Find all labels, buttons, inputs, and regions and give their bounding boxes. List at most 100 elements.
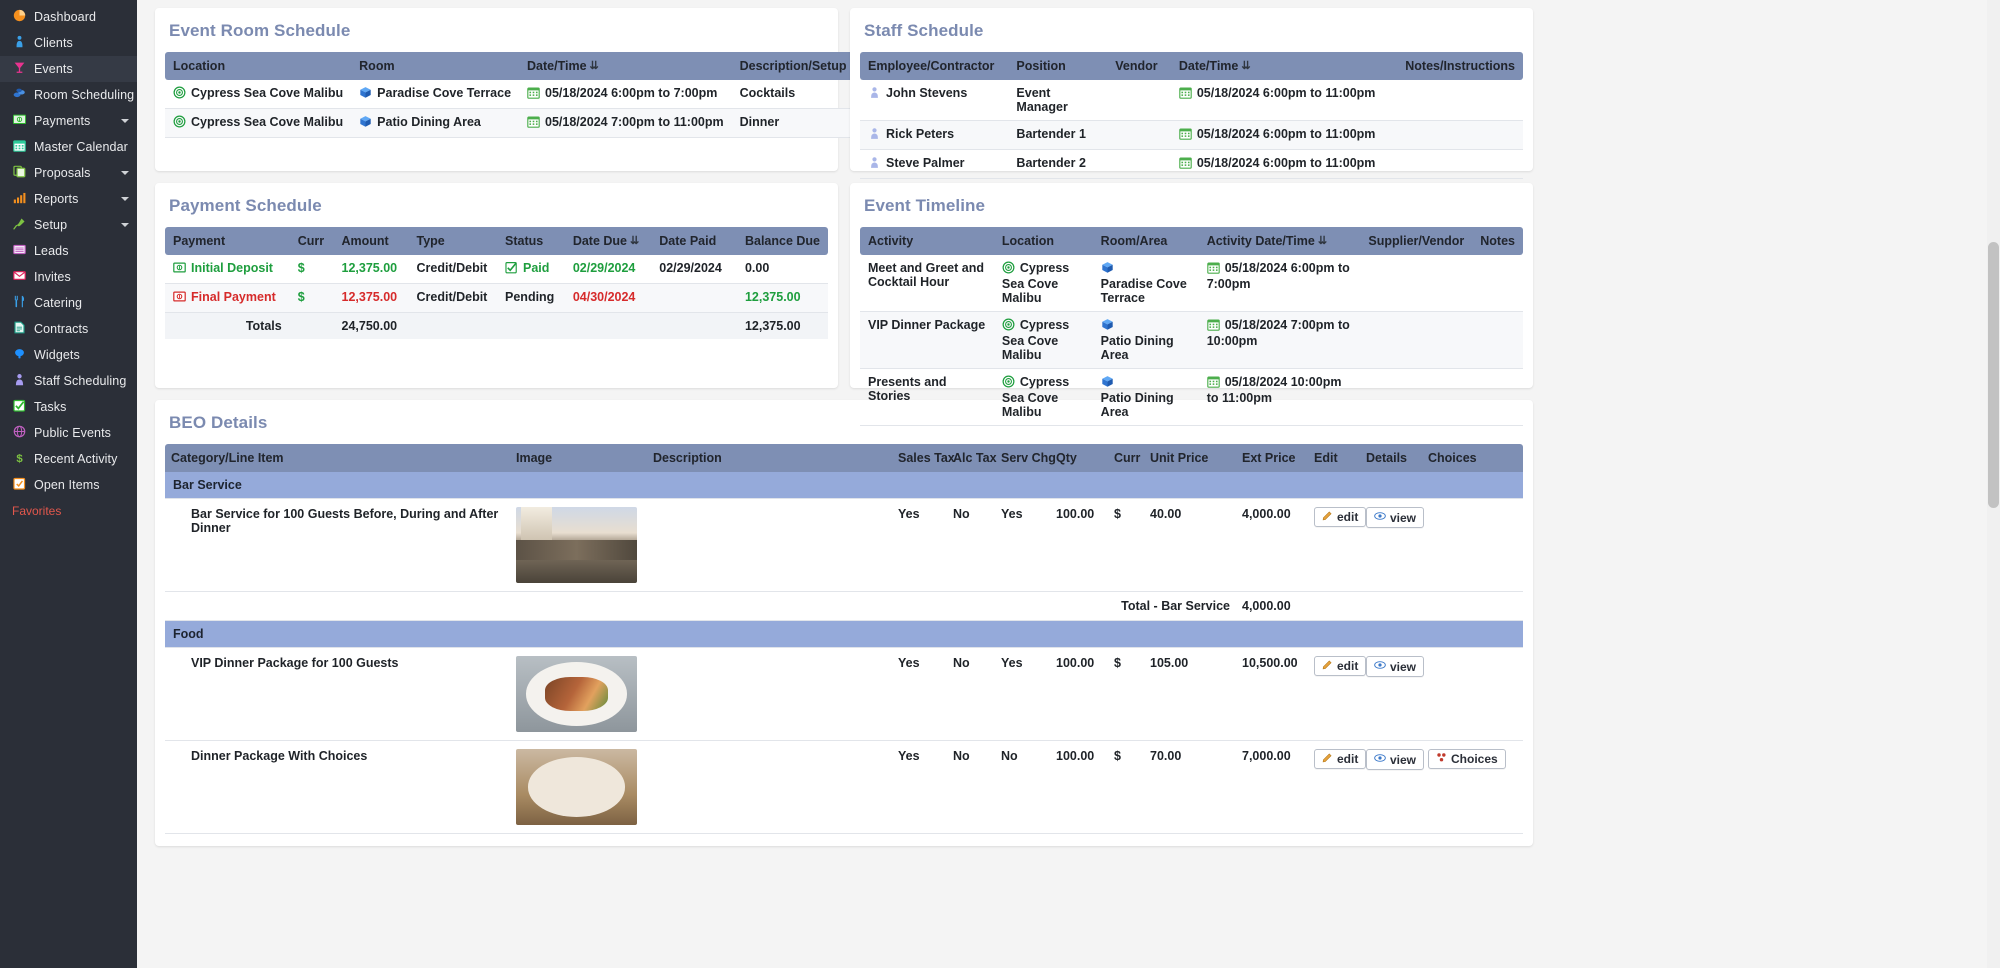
col-location[interactable]: Location xyxy=(165,52,352,80)
table-row[interactable]: Final Payment $12,375.00 Credit/Debit Pendi… xyxy=(165,283,828,313)
col-payment[interactable]: Payment xyxy=(165,227,290,255)
sidebar-item-reports[interactable]: Reports xyxy=(0,186,137,212)
sidebar-item-payments[interactable]: Payments xyxy=(0,108,137,134)
sidebar-item-leads[interactable]: Leads xyxy=(0,238,137,264)
beo-item-details-cell: view xyxy=(1360,498,1425,592)
col-details[interactable]: Details xyxy=(1360,444,1422,472)
col-beo-curr[interactable]: Curr xyxy=(1108,444,1144,472)
beo-item-curr: $ xyxy=(1108,740,1144,834)
table-row[interactable]: Initial Deposit $12,375.00 Credit/Debit Pai… xyxy=(165,255,828,284)
table-row[interactable]: John Stevens Event Manager 05/18/2024 6:00… xyxy=(860,80,1523,121)
table-row[interactable]: Presents and Stories Cypress Sea Cove Mal… xyxy=(860,368,1523,426)
table-cell: Presents and Stories xyxy=(860,368,994,426)
view-button[interactable]: view xyxy=(1366,656,1425,677)
col-alc-tax[interactable]: Alc Tax xyxy=(947,444,997,472)
edit-button[interactable]: edit xyxy=(1314,749,1367,769)
staff-cell-icon xyxy=(868,127,881,143)
edit-button[interactable]: edit xyxy=(1314,507,1367,527)
choices-button[interactable]: Choices xyxy=(1428,749,1506,769)
col-room[interactable]: Room xyxy=(351,52,520,80)
col-qty[interactable]: Qty xyxy=(1050,444,1108,472)
col-balance-due[interactable]: Balance Due xyxy=(736,227,828,255)
col-description[interactable]: Description/Setup xyxy=(731,52,855,80)
sidebar-item-recent-activity[interactable]: $ Recent Activity xyxy=(0,446,137,472)
col-amount[interactable]: Amount xyxy=(333,227,409,255)
col-choices[interactable]: Choices xyxy=(1422,444,1523,472)
col-activity-datetime[interactable]: Activity Date/Time ⇊ xyxy=(1198,227,1361,255)
col-date-due[interactable]: Date Due ⇊ xyxy=(564,227,652,255)
table-row[interactable]: Cypress Sea Cove Malibu Patio Dining Area… xyxy=(165,108,855,138)
beo-item-choices-cell: Choices xyxy=(1422,740,1523,834)
table-cell: Bartender 1 xyxy=(1008,120,1108,150)
sidebar-item-public-events[interactable]: Public Events xyxy=(0,420,137,446)
table-row[interactable]: Rick Peters Bartender 1 05/18/2024 6:00pm … xyxy=(860,120,1523,150)
room-icon xyxy=(359,86,372,102)
scrollbar-thumb[interactable] xyxy=(1988,242,1999,508)
sidebar-item-contracts[interactable]: Contracts xyxy=(0,316,137,342)
sidebar-item-master-calendar[interactable]: Master Calendar xyxy=(0,134,137,160)
sidebar-item-setup[interactable]: Setup xyxy=(0,212,137,238)
beo-line-item-row[interactable]: VIP Dinner Package for 100 Guests Yes No Ye… xyxy=(165,647,1523,741)
sidebar-item-widgets[interactable]: Widgets xyxy=(0,342,137,368)
col-beo-description[interactable]: Description xyxy=(647,444,892,472)
calendar-cell-icon xyxy=(1179,86,1192,102)
sidebar-favorites-label[interactable]: Favorites xyxy=(0,498,137,518)
sidebar-item-dashboard[interactable]: Dashboard xyxy=(0,4,137,30)
col-category-line-item[interactable]: Category/Line Item xyxy=(165,444,510,472)
rooms-icon xyxy=(12,87,26,103)
beo-category-label: Bar Service xyxy=(165,472,1523,499)
sidebar-item-invites[interactable]: Invites xyxy=(0,264,137,290)
staff-cell-icon xyxy=(868,156,881,172)
beo-line-item-row[interactable]: Bar Service for 100 Guests Before, Durin… xyxy=(165,498,1523,592)
col-edit[interactable]: Edit xyxy=(1308,444,1360,472)
staff-schedule-table: Employee/Contractor Position Vendor Date… xyxy=(860,52,1523,179)
chevron-down-icon xyxy=(121,171,129,175)
col-type[interactable]: Type xyxy=(408,227,498,255)
col-notes[interactable]: Notes/Instructions xyxy=(1397,52,1523,80)
table-row[interactable]: Meet and Greet and Cocktail Hour Cypress … xyxy=(860,255,1523,312)
view-button[interactable]: view xyxy=(1366,749,1425,770)
table-row[interactable]: VIP Dinner Package Cypress Sea Cove Malib… xyxy=(860,311,1523,369)
sidebar-item-clients[interactable]: Clients xyxy=(0,30,137,56)
table-row[interactable]: Cypress Sea Cove Malibu Paradise Cove Ter… xyxy=(165,80,855,109)
staff-schedule-title: Staff Schedule xyxy=(864,21,984,40)
table-row[interactable]: Steve Palmer Bartender 2 05/18/2024 6:00pm… xyxy=(860,149,1523,179)
col-supplier[interactable]: Supplier/Vendor xyxy=(1360,227,1473,255)
beo-item-unit-price: 70.00 xyxy=(1144,740,1236,834)
table-cell: Pending xyxy=(497,283,565,313)
beo-line-item-row[interactable]: Dinner Package With Choices Yes No No 100.00… xyxy=(165,740,1523,834)
col-image[interactable]: Image xyxy=(510,444,647,472)
sidebar-item-catering[interactable]: Catering xyxy=(0,290,137,316)
calendar-cell-icon xyxy=(1179,127,1192,143)
sidebar-item-staff-scheduling[interactable]: Staff Scheduling xyxy=(0,368,137,394)
view-button[interactable]: view xyxy=(1366,507,1425,528)
col-unit-price[interactable]: Unit Price xyxy=(1144,444,1236,472)
vertical-scrollbar[interactable] xyxy=(1987,0,2000,968)
col-serv-chg[interactable]: Serv Chg xyxy=(995,444,1056,472)
col-vendor[interactable]: Vendor xyxy=(1107,52,1171,80)
beo-total-value: 4,000.00 xyxy=(1236,591,1308,621)
chevron-down-icon xyxy=(121,119,129,123)
sidebar-item-room-scheduling[interactable]: Room Scheduling xyxy=(0,82,137,108)
table-cell: Patio Dining Area xyxy=(1092,311,1199,369)
col-room-area[interactable]: Room/Area xyxy=(1092,227,1199,255)
col-datetime[interactable]: Date/Time ⇊ xyxy=(519,52,732,80)
col-ext-price[interactable]: Ext Price xyxy=(1236,444,1308,472)
beo-item-image-cell xyxy=(510,740,647,834)
col-tl-notes[interactable]: Notes xyxy=(1472,227,1523,255)
col-date-paid[interactable]: Date Paid xyxy=(651,227,737,255)
col-status[interactable]: Status xyxy=(497,227,565,255)
edit-button[interactable]: edit xyxy=(1314,656,1367,676)
col-curr[interactable]: Curr xyxy=(289,227,334,255)
col-sales-tax[interactable]: Sales Tax xyxy=(892,444,955,472)
col-tl-location[interactable]: Location xyxy=(993,227,1093,255)
location-icon xyxy=(173,115,186,131)
sidebar-item-open-items[interactable]: Open Items xyxy=(0,472,137,498)
col-employee[interactable]: Employee/Contractor xyxy=(860,52,1009,80)
col-activity[interactable]: Activity xyxy=(860,227,994,255)
col-position[interactable]: Position xyxy=(1008,52,1108,80)
col-staff-datetime[interactable]: Date/Time ⇊ xyxy=(1170,52,1398,80)
sidebar-item-proposals[interactable]: Proposals xyxy=(0,160,137,186)
sidebar-item-events[interactable]: Events xyxy=(0,56,137,82)
sidebar-item-tasks[interactable]: Tasks xyxy=(0,394,137,420)
